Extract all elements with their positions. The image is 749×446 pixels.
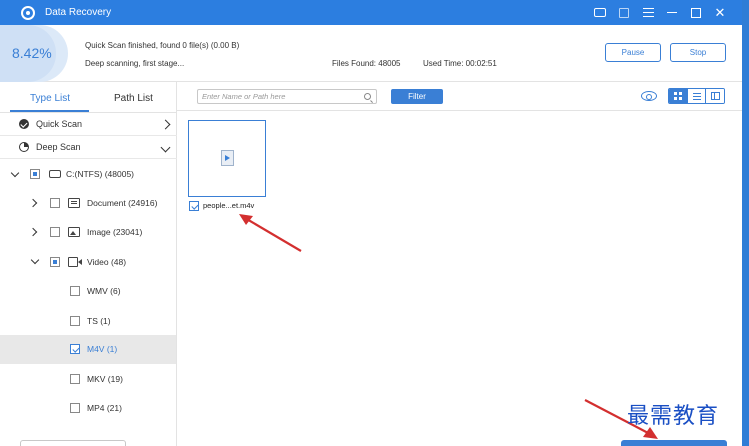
quick-scan-label: Quick Scan xyxy=(36,119,83,129)
tree-row-m4v[interactable]: M4V (1) xyxy=(0,335,176,364)
pie-progress-icon xyxy=(19,142,29,152)
m4v-label: M4V (1) xyxy=(87,344,118,354)
detail-view-button[interactable] xyxy=(706,89,724,103)
feedback-button[interactable] xyxy=(588,0,612,25)
document-checkbox[interactable] xyxy=(50,198,60,208)
mkv-checkbox[interactable] xyxy=(70,374,80,384)
progress-indicator: 8.42% xyxy=(0,25,68,82)
list-tabs: Type List Path List xyxy=(0,82,177,113)
desktop-edge xyxy=(742,0,749,446)
list-view-button[interactable] xyxy=(687,89,707,103)
wmv-label: WMV (6) xyxy=(87,286,121,296)
used-time: Used Time: 00:02:51 xyxy=(423,59,497,68)
mkv-label: MKV (19) xyxy=(87,374,123,384)
app-window: Data Recovery ✕ 8.42% Quick Scan finishe… xyxy=(0,0,742,446)
search-icon[interactable] xyxy=(364,93,371,100)
window-title: Data Recovery xyxy=(45,7,112,18)
deep-scan-message: Deep scanning, first stage... xyxy=(85,59,185,68)
image-icon xyxy=(68,227,80,237)
grid-view-button[interactable] xyxy=(669,89,688,103)
menu-icon xyxy=(642,8,654,17)
image-label: Image (23041) xyxy=(87,227,143,237)
files-found: Files Found: 48005 xyxy=(332,59,401,68)
maximize-button[interactable] xyxy=(684,0,708,25)
file-name: people...et.m4v xyxy=(203,201,255,210)
document-icon xyxy=(68,198,80,208)
tree-row-document[interactable]: Document (24916) xyxy=(0,189,176,218)
file-thumbnail[interactable] xyxy=(188,120,266,197)
tree-row-mp4[interactable]: MP4 (21) xyxy=(0,394,176,423)
preview-eye-icon[interactable] xyxy=(641,91,657,101)
window-controls: ✕ xyxy=(588,0,732,25)
annotation-arrow-icon xyxy=(239,214,302,252)
ts-label: TS (1) xyxy=(87,316,111,326)
maximize-icon xyxy=(691,7,701,18)
tree-row-image[interactable]: Image (23041) xyxy=(0,218,176,247)
search-input[interactable] xyxy=(198,92,358,101)
tree-row-wmv[interactable]: WMV (6) xyxy=(0,277,176,306)
drive-icon xyxy=(49,170,61,178)
drive-label: C:(NTFS) (48005) xyxy=(66,169,135,179)
ts-checkbox[interactable] xyxy=(70,316,80,326)
mp4-label: MP4 (21) xyxy=(87,403,122,413)
mp4-checkbox[interactable] xyxy=(70,403,80,413)
tab-path-list[interactable]: Path List xyxy=(114,93,153,104)
detail-panel-icon xyxy=(710,92,720,100)
drive-checkbox[interactable] xyxy=(30,169,40,179)
video-label: Video (48) xyxy=(87,257,127,267)
grid-icon xyxy=(673,92,682,100)
deep-scan-row[interactable]: Deep Scan xyxy=(0,136,177,159)
app-logo-icon xyxy=(21,5,35,20)
save-icon xyxy=(619,7,629,18)
chevron-right-icon xyxy=(162,121,169,128)
file-toolbar: Filter xyxy=(177,82,742,111)
menu-button[interactable] xyxy=(636,0,660,25)
progress-percent: 8.42% xyxy=(12,45,52,61)
chevron-right-icon[interactable] xyxy=(28,198,38,208)
minimize-icon xyxy=(667,11,677,14)
document-label: Document (24916) xyxy=(87,198,158,208)
back-button[interactable] xyxy=(20,440,126,446)
chevron-down-icon[interactable] xyxy=(10,168,20,178)
tree-row-video[interactable]: Video (48) xyxy=(0,248,176,277)
check-circle-icon xyxy=(19,119,29,129)
deep-scan-label: Deep Scan xyxy=(36,142,81,152)
quick-scan-row[interactable]: Quick Scan xyxy=(0,113,177,136)
image-checkbox[interactable] xyxy=(50,227,60,237)
video-file-icon xyxy=(221,150,234,166)
list-icon xyxy=(692,92,701,100)
tree-row-drive[interactable]: C:(NTFS) (48005) xyxy=(0,160,176,189)
search-box xyxy=(197,89,377,104)
close-icon: ✕ xyxy=(714,5,726,20)
video-icon xyxy=(68,257,82,267)
message-icon xyxy=(594,8,606,17)
quick-scan-message: Quick Scan finished, found 0 file(s) (0.… xyxy=(85,41,240,50)
tree-row-ts[interactable]: TS (1) xyxy=(0,307,176,336)
pause-button[interactable]: Pause xyxy=(605,43,661,62)
chevron-right-icon[interactable] xyxy=(28,227,38,237)
view-mode-switch xyxy=(668,88,725,104)
save-scan-button[interactable] xyxy=(612,0,636,25)
chevron-down-icon[interactable] xyxy=(30,255,40,265)
minimize-button[interactable] xyxy=(660,0,684,25)
tree-row-mkv[interactable]: MKV (19) xyxy=(0,365,176,394)
tab-type-list[interactable]: Type List xyxy=(30,93,70,104)
close-button[interactable]: ✕ xyxy=(708,0,732,25)
stop-button[interactable]: Stop xyxy=(670,43,726,62)
m4v-checkbox[interactable] xyxy=(70,344,80,354)
chevron-down-icon xyxy=(162,144,169,151)
wmv-checkbox[interactable] xyxy=(70,286,80,296)
video-checkbox[interactable] xyxy=(50,257,60,267)
left-panel: Type List Path List Quick Scan Deep Scan… xyxy=(0,82,177,446)
file-checkbox[interactable] xyxy=(189,201,199,211)
watermark-text: 最需教育 xyxy=(627,404,720,429)
filter-button[interactable]: Filter xyxy=(391,89,443,104)
title-bar: Data Recovery ✕ xyxy=(0,0,742,25)
scan-status-area: 8.42% Quick Scan finished, found 0 file(… xyxy=(0,25,742,82)
